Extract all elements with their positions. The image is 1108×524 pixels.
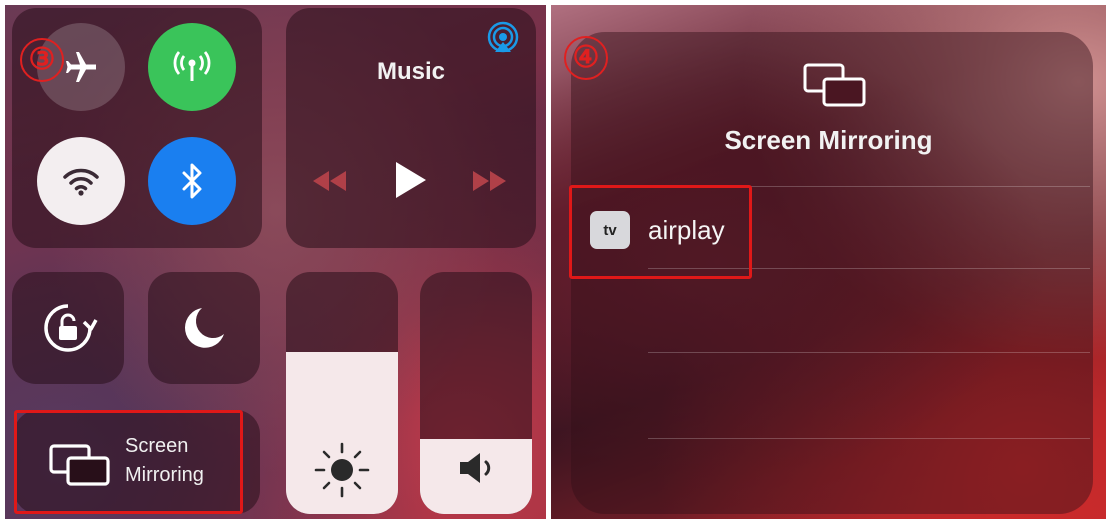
orientation-lock-button[interactable] <box>12 272 124 384</box>
music-title: Music <box>376 58 445 85</box>
fast-forward-icon[interactable] <box>470 168 510 194</box>
wifi-icon <box>63 168 99 196</box>
music-module: Music <box>286 8 536 248</box>
rewind-icon[interactable] <box>310 168 350 194</box>
screen-mirroring-icon <box>803 63 866 107</box>
airplane-icon <box>66 52 96 82</box>
step-3-marker: ③ <box>20 38 64 82</box>
do-not-disturb-button[interactable] <box>148 272 260 384</box>
play-icon[interactable] <box>392 160 428 200</box>
speaker-icon <box>460 453 491 483</box>
rotation-lock-icon <box>44 304 98 352</box>
cellular-data-button[interactable] <box>148 23 236 111</box>
brightness-slider[interactable] <box>286 272 398 514</box>
moon-icon <box>184 308 224 348</box>
sun-icon <box>314 442 370 498</box>
list-divider <box>648 438 1090 439</box>
wifi-button[interactable] <box>37 137 125 225</box>
bluetooth-button[interactable] <box>148 137 236 225</box>
volume-slider[interactable] <box>420 272 532 514</box>
highlight-airplay-device <box>569 185 752 279</box>
step-4-marker: ④ <box>564 36 608 80</box>
cellular-antenna-icon <box>173 51 211 81</box>
dialog-title: Screen Mirroring <box>724 125 933 155</box>
list-divider <box>648 352 1090 353</box>
highlight-screen-mirroring <box>14 410 243 514</box>
airplay-audio-icon[interactable] <box>486 20 520 54</box>
bluetooth-icon <box>182 163 202 199</box>
